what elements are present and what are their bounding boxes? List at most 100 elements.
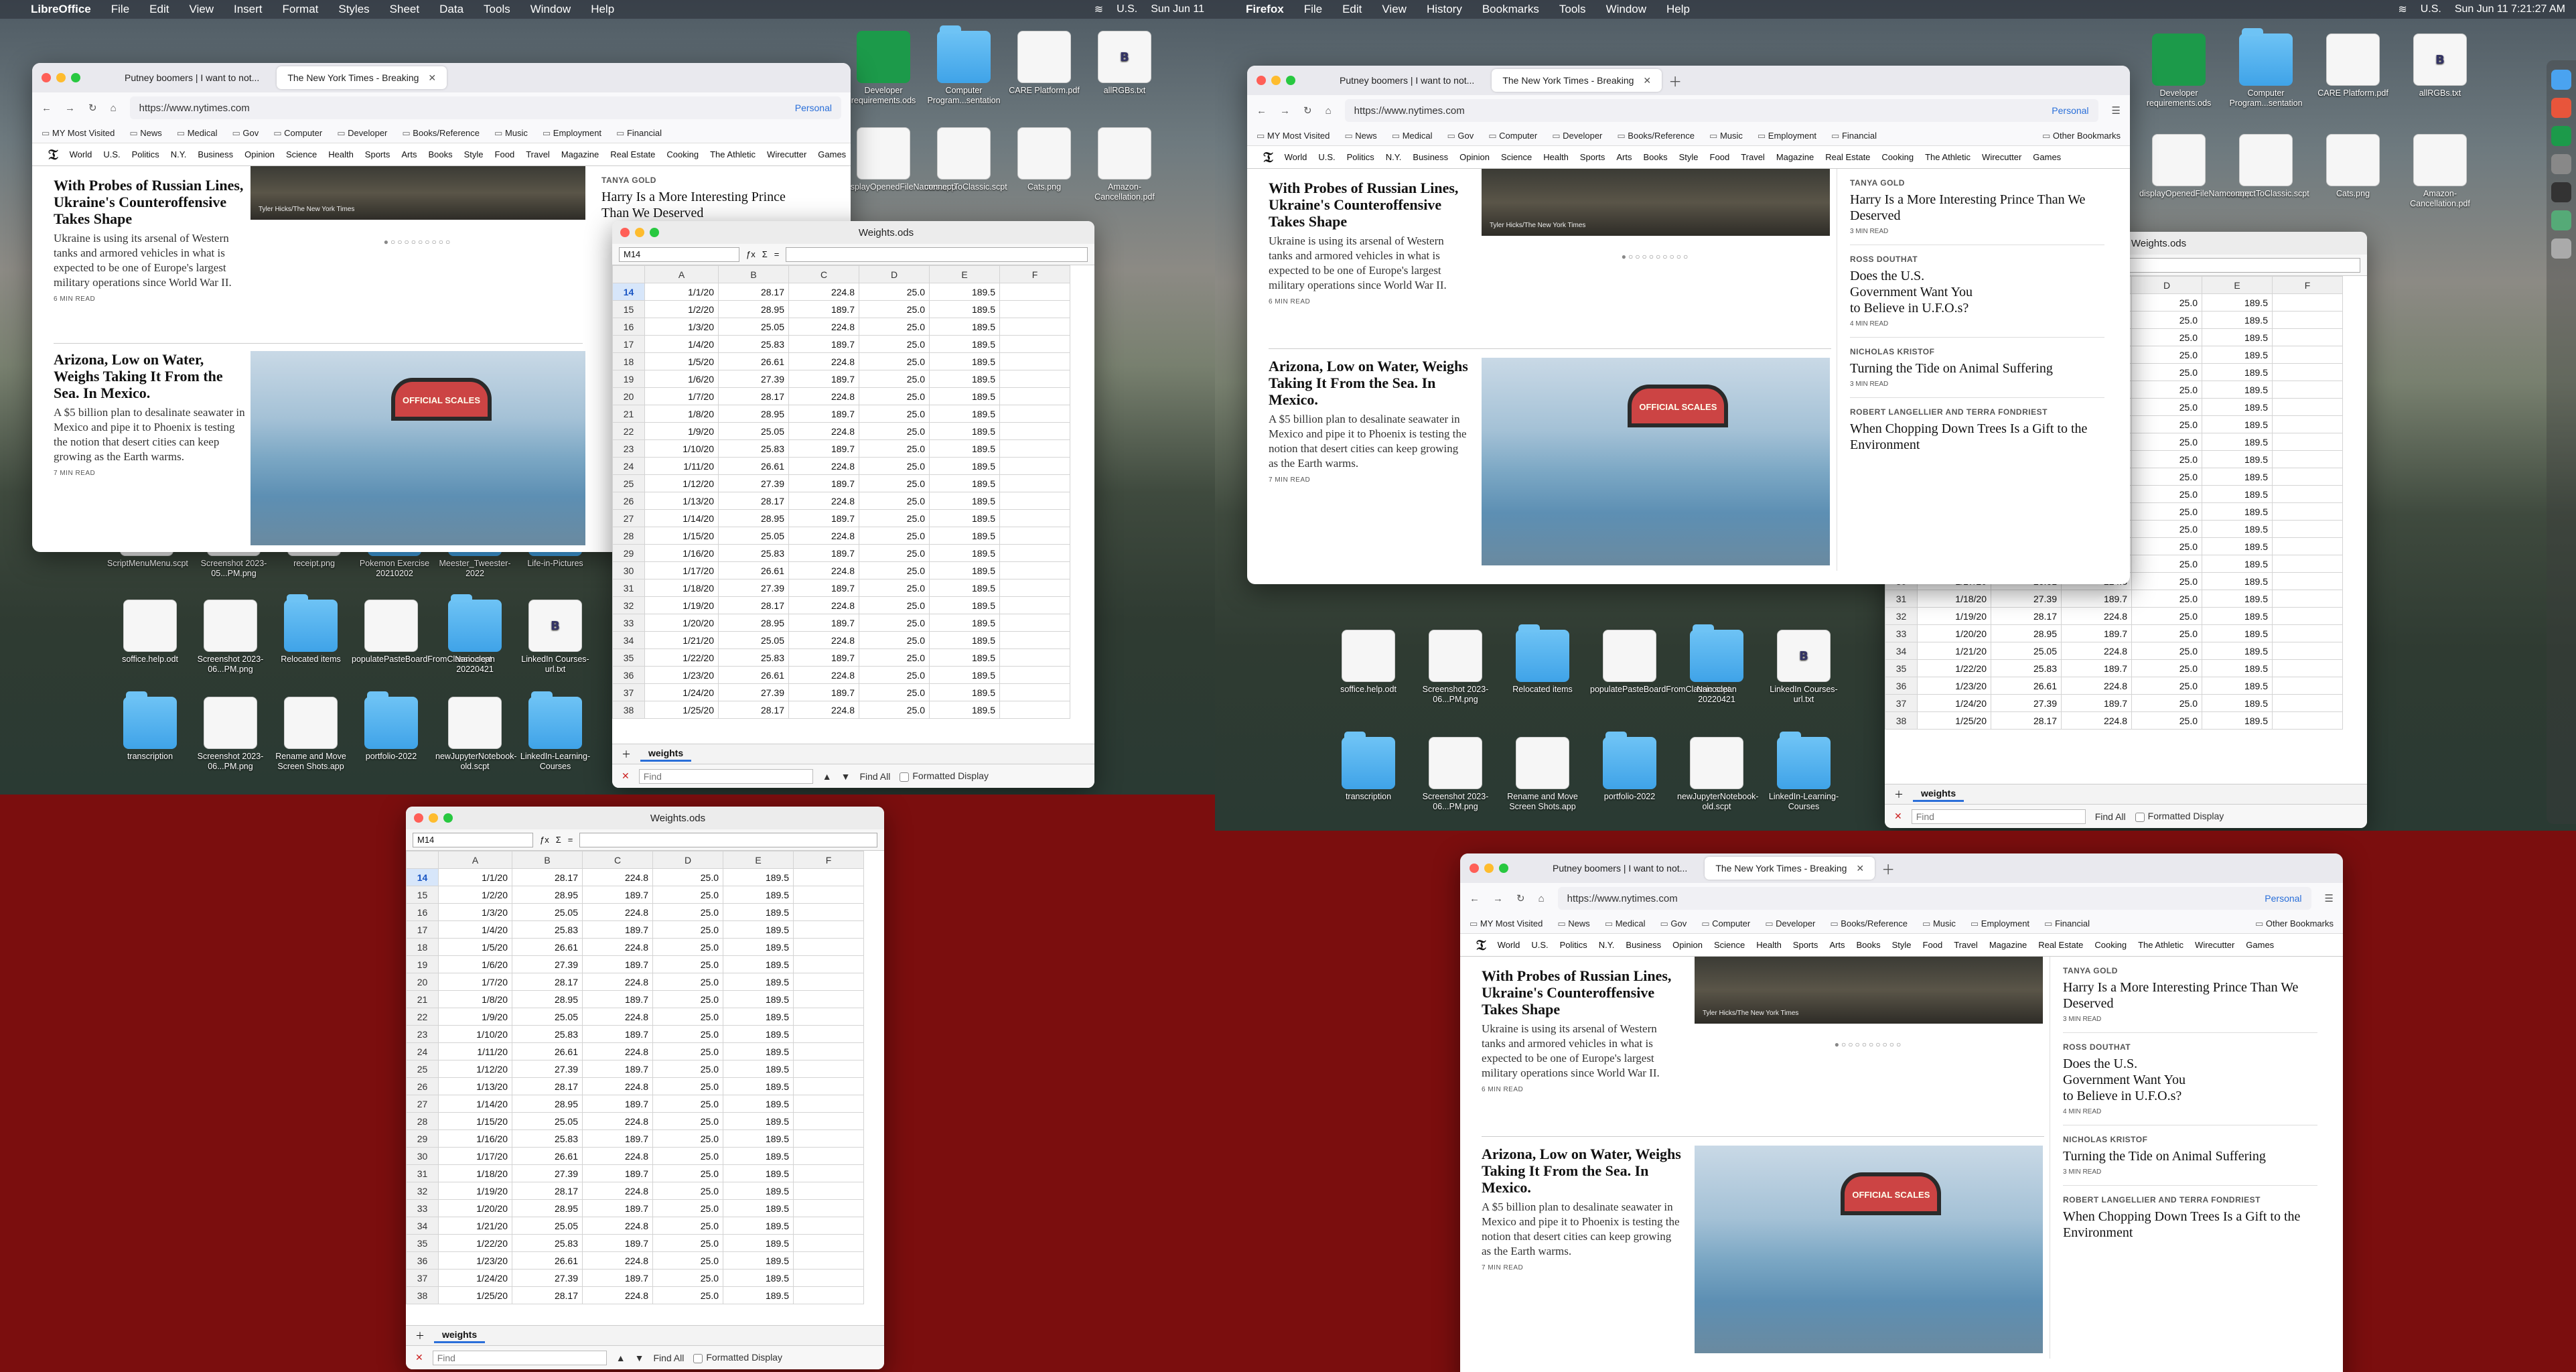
cell[interactable]: 189.5 <box>723 1182 794 1200</box>
tab-putney[interactable]: Putney boomers | I want to not... <box>114 66 270 89</box>
cell[interactable] <box>999 631 1070 649</box>
cell[interactable]: 189.5 <box>2202 502 2273 521</box>
equals-icon[interactable]: = <box>568 835 573 845</box>
cell[interactable] <box>2272 711 2343 730</box>
cell[interactable] <box>793 973 864 991</box>
row-header[interactable]: 32 <box>612 596 645 614</box>
home-icon[interactable]: ⌂ <box>1326 105 1332 117</box>
cell[interactable] <box>793 1042 864 1060</box>
opinion-headline[interactable]: When Chopping Down Trees Is a Gift to th… <box>1850 421 2104 453</box>
cell[interactable]: 27.39 <box>512 955 583 973</box>
cell[interactable] <box>793 938 864 956</box>
bookmark-item[interactable]: Employment <box>1971 918 2029 929</box>
nav-arts[interactable]: Arts <box>401 149 417 159</box>
cell[interactable]: 189.5 <box>929 405 1000 423</box>
cell[interactable]: 189.7 <box>582 1164 653 1182</box>
nav-magazine[interactable]: Magazine <box>561 149 599 159</box>
cell[interactable]: 26.61 <box>718 561 789 579</box>
cell[interactable]: 1/25/20 <box>438 1286 512 1304</box>
cell[interactable]: 189.5 <box>929 683 1000 701</box>
cell[interactable]: 25.0 <box>652 938 723 956</box>
menu-view[interactable]: View <box>1382 3 1407 16</box>
cell[interactable]: 25.0 <box>859 666 930 684</box>
nav-travel[interactable]: Travel <box>1954 940 1978 950</box>
tab-nytimes[interactable]: The New York Times - Breaking ✕ <box>1492 69 1662 92</box>
carousel-dots[interactable]: ●○○○○○○○○○ <box>1482 252 1830 262</box>
row-header[interactable]: 22 <box>406 1008 439 1026</box>
cell[interactable]: 25.83 <box>512 1129 583 1148</box>
nav-ny[interactable]: N.Y. <box>171 149 187 159</box>
cell[interactable] <box>2272 328 2343 346</box>
cell[interactable]: 189.5 <box>2202 642 2273 660</box>
cell[interactable]: 25.0 <box>2131 694 2202 712</box>
nav-books[interactable]: Books <box>1644 152 1668 162</box>
cell[interactable]: 1/14/20 <box>644 509 719 527</box>
cell[interactable]: 189.7 <box>788 370 859 388</box>
cell[interactable]: 25.0 <box>859 405 930 423</box>
cell[interactable] <box>2272 450 2343 468</box>
settings-icon[interactable] <box>2551 154 2571 174</box>
desktop-icon[interactable]: transcription <box>111 691 190 762</box>
cell[interactable] <box>793 1112 864 1130</box>
add-sheet-icon[interactable]: ＋ <box>415 1329 425 1343</box>
bookmark-item[interactable]: Computer <box>1701 918 1750 929</box>
cell[interactable]: 1/20/20 <box>644 614 719 632</box>
menu-tools[interactable]: Tools <box>484 3 510 16</box>
new-tab-icon[interactable]: ＋ <box>1668 71 1682 90</box>
cell[interactable]: 1/10/20 <box>644 439 719 458</box>
nav-arts[interactable]: Arts <box>1829 940 1845 950</box>
desktop-icon[interactable]: Computer Program...sentation <box>2226 28 2305 109</box>
cell[interactable]: 224.8 <box>788 666 859 684</box>
cell[interactable]: 25.0 <box>652 1234 723 1252</box>
cell[interactable]: 189.5 <box>2202 415 2273 433</box>
cell[interactable]: 224.8 <box>788 527 859 545</box>
cell[interactable] <box>2272 659 2343 677</box>
cell[interactable]: 189.5 <box>929 544 1000 562</box>
desktop-icon[interactable]: transcription <box>1329 732 1408 802</box>
cell[interactable]: 1/17/20 <box>644 561 719 579</box>
nav-sports[interactable]: Sports <box>365 149 390 159</box>
cell[interactable]: 25.0 <box>652 1025 723 1043</box>
cell[interactable]: 1/7/20 <box>644 387 719 405</box>
formatted-display-checkbox[interactable]: Formatted Display <box>2135 811 2224 822</box>
cell[interactable] <box>2272 311 2343 329</box>
cell[interactable]: 1/13/20 <box>438 1077 512 1095</box>
cell[interactable] <box>793 903 864 921</box>
cell[interactable]: 28.17 <box>512 1286 583 1304</box>
cell[interactable]: 1/1/20 <box>644 283 719 301</box>
cell[interactable]: 189.5 <box>929 474 1000 492</box>
cell[interactable]: 25.0 <box>2131 363 2202 381</box>
bookmark-item[interactable]: Medical <box>177 128 218 139</box>
cell[interactable]: 189.7 <box>788 509 859 527</box>
cell[interactable]: 189.5 <box>2202 381 2273 399</box>
cell[interactable]: 189.5 <box>2202 468 2273 486</box>
column-header[interactable]: D <box>2131 276 2202 294</box>
cell[interactable] <box>999 283 1070 301</box>
back-icon[interactable]: ← <box>42 102 52 114</box>
cell[interactable]: 25.0 <box>652 1042 723 1060</box>
nav-real-estate[interactable]: Real Estate <box>2038 940 2083 950</box>
nav-arts[interactable]: Arts <box>1616 152 1632 162</box>
cell[interactable] <box>999 509 1070 527</box>
cell[interactable]: 25.0 <box>2131 537 2202 555</box>
cell[interactable]: 189.5 <box>929 387 1000 405</box>
photo-ukraine[interactable]: Tyler Hicks/The New York Times <box>251 166 585 220</box>
cell[interactable]: 189.7 <box>582 990 653 1008</box>
cell[interactable] <box>999 474 1070 492</box>
cell[interactable] <box>793 1095 864 1113</box>
menu-format[interactable]: Format <box>283 3 319 16</box>
cell[interactable]: 189.5 <box>723 990 794 1008</box>
cell[interactable]: 189.5 <box>929 352 1000 370</box>
nav-food[interactable]: Food <box>1710 152 1730 162</box>
row-header[interactable]: 33 <box>612 614 645 632</box>
cell[interactable]: 189.5 <box>929 614 1000 632</box>
menu-window[interactable]: Window <box>1606 3 1646 16</box>
menu-help[interactable]: Help <box>591 3 614 16</box>
find-next-icon[interactable]: ▼ <box>635 1353 644 1363</box>
menu-file[interactable]: File <box>1304 3 1322 16</box>
nav-style[interactable]: Style <box>1892 940 1912 950</box>
cell[interactable]: 25.0 <box>652 1269 723 1287</box>
bookmark-item[interactable]: MY Most Visited <box>1470 918 1543 929</box>
story-ukraine[interactable]: With Probes of Russian Lines, Ukraine's … <box>54 177 248 303</box>
calc-icon[interactable] <box>2551 126 2571 146</box>
